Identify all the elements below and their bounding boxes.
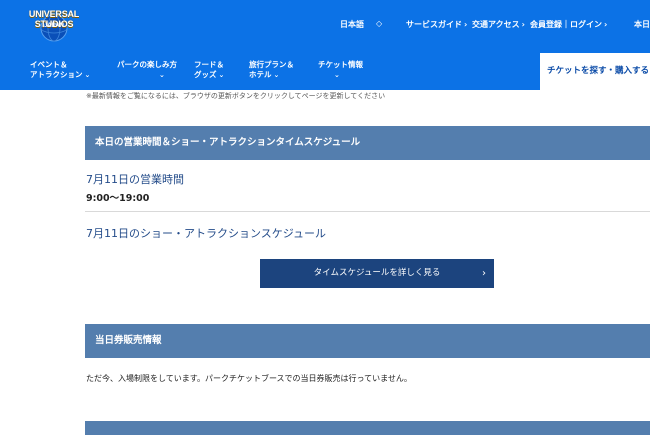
nav-item-food-goods[interactable]: フード＆ グッズ ⌄ (194, 60, 224, 80)
today-link[interactable]: 本日 (634, 19, 650, 30)
logo-subtitle: JAPAN (44, 23, 64, 29)
access-label: 交通アクセス (472, 20, 520, 29)
nav-item-park-guide[interactable]: パークの楽しみ方 ⌄ (117, 60, 177, 80)
chevron-right-icon: › (464, 20, 468, 29)
top-header: UNIVERSAL STUDIOS JAPAN 日本語 ◇ サービスガイド › 交… (0, 0, 650, 52)
chevron-right-icon: › (521, 20, 525, 29)
find-buy-tickets-button[interactable]: チケットを探す・購入する (540, 53, 650, 90)
chevron-down-icon: ⌄ (273, 71, 280, 79)
chevron-down-icon: ⌄ (218, 71, 225, 79)
ticket-sale-section-header: 当日券販売情報 (85, 324, 650, 358)
nav-item-line: イベント＆ (30, 60, 68, 69)
nav-item-line: パークの楽しみ方 (117, 60, 177, 69)
nav-item-events-attractions[interactable]: イベント＆ アトラクション ⌄ (30, 60, 90, 80)
member-login-label: 会員登録｜ログイン (530, 20, 602, 29)
nav-item-line: ホテル (249, 70, 272, 79)
nav-item-line: グッズ (194, 70, 217, 79)
view-time-schedule-label: タイムスケジュールを詳しく見る (313, 268, 441, 278)
universal-studios-japan-logo[interactable]: UNIVERSAL STUDIOS JAPAN (14, 6, 94, 46)
nav-item-ticket-info[interactable]: チケット情報 ⌄ (318, 60, 363, 80)
schedule-section-header: 本日の営業時間＆ショー・アトラクションタイムスケジュール (85, 126, 650, 160)
nav-item-line: 旅行プラン＆ (249, 60, 294, 69)
section-divider (85, 211, 650, 212)
nav-item-line: チケット情報 (318, 60, 363, 69)
show-schedule-heading: 7月11日のショー・アトラクションスケジュール (86, 227, 327, 240)
member-login-link[interactable]: 会員登録｜ログイン › (530, 19, 607, 30)
chevron-down-icon: ⌄ (334, 71, 340, 79)
nav-item-line: アトラクション (30, 70, 83, 79)
refresh-notice: ※最新情報をご覧になるには、ブラウザの更新ボタンをクリックしてページを更新してく… (86, 92, 386, 100)
hours-value: 9:00〜19:00 (86, 193, 150, 204)
access-link[interactable]: 交通アクセス › (472, 19, 525, 30)
chevron-right-icon: › (604, 20, 608, 29)
nav-item-travel-hotel[interactable]: 旅行プラン＆ ホテル ⌄ (249, 60, 294, 80)
ticket-sale-status-text: ただ今、入場制限をしています。パークチケットブースでの当日券販売は行っていません… (86, 374, 412, 383)
today-label: 本日 (634, 20, 650, 29)
chevron-down-icon: ⌄ (84, 71, 91, 79)
service-guide-label: サービスガイド (406, 20, 462, 29)
nav-item-line: フード＆ (194, 60, 224, 69)
chevron-down-icon: ⌄ (159, 71, 165, 79)
language-label: 日本語 (340, 20, 364, 29)
service-guide-link[interactable]: サービスガイド › (406, 19, 467, 30)
hours-heading: 7月11日の営業時間 (86, 173, 184, 186)
language-toggle-icon[interactable]: ◇ (376, 19, 382, 28)
chevron-right-icon: › (482, 268, 486, 279)
view-time-schedule-button[interactable]: タイムスケジュールを詳しく見る › (260, 259, 494, 288)
language-selector[interactable]: 日本語 (340, 19, 364, 30)
